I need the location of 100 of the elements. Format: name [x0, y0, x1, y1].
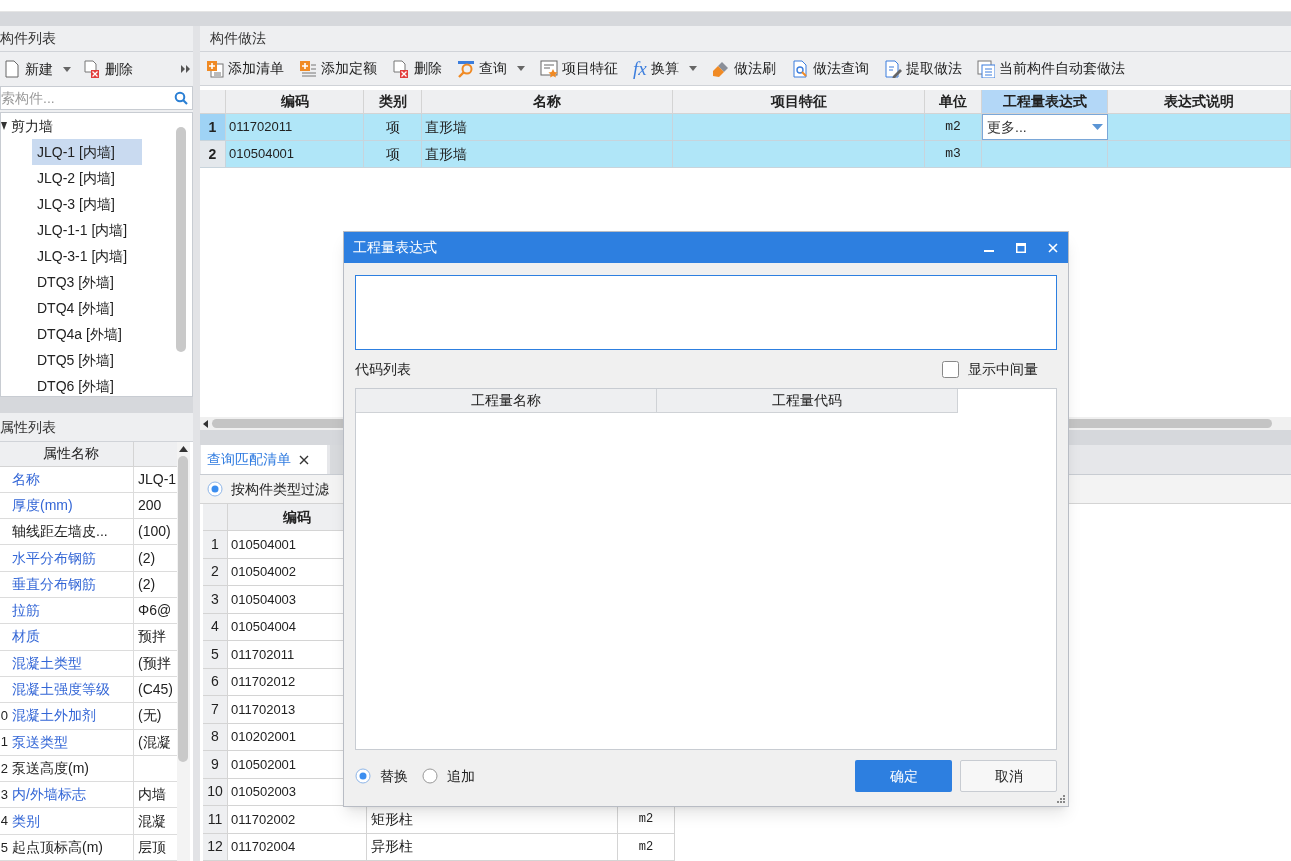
property-value: 预拌: [137, 627, 167, 647]
ok-button[interactable]: 确定: [855, 760, 952, 792]
column-header[interactable]: 类别: [364, 90, 422, 113]
document-list-icon: [976, 59, 995, 78]
feature-icon: [540, 59, 558, 78]
toolbar-button[interactable]: 提取做法: [880, 55, 965, 82]
property-value: Φ6@: [137, 601, 173, 621]
row-number: 5: [203, 641, 228, 668]
expression-field[interactable]: [355, 275, 1057, 350]
property-name: 垂直分布钢筋: [8, 571, 134, 598]
row-number: 3: [0, 786, 8, 804]
property-value: (100): [137, 522, 172, 542]
row-number: 10: [203, 778, 228, 805]
tree-item[interactable]: 剪力墙: [11, 115, 53, 137]
tree-item[interactable]: JLQ-1-1 [内墙]: [32, 217, 142, 243]
property-value: JLQ-1: [137, 469, 177, 489]
brush-icon: [711, 59, 730, 78]
toolbar-button[interactable]: 删除: [80, 56, 136, 82]
property-value: 层顶: [137, 837, 167, 857]
toolbar-button[interactable]: 当前构件自动套做法: [973, 55, 1128, 82]
tree-item[interactable]: JLQ-2 [内墙]: [32, 165, 142, 191]
toolbar-button[interactable]: fx 换算: [630, 55, 700, 82]
property-name: 水平分布钢筋: [8, 545, 134, 571]
document-search-icon: [790, 59, 809, 78]
toolbar-button[interactable]: 项目特征: [537, 55, 621, 82]
row-number: 4: [0, 812, 8, 831]
checkbox-label[interactable]: 显示中间量: [968, 358, 1038, 380]
column-header[interactable]: 工程量表达式: [982, 90, 1108, 113]
document-icon: [3, 60, 21, 78]
toolbar-button[interactable]: 添加清单: [203, 55, 287, 82]
scrollbar-thumb[interactable]: [178, 456, 188, 762]
table-cell: 010504001: [226, 141, 364, 167]
row-number: 2: [0, 759, 8, 778]
search-icon: [457, 59, 475, 78]
tree-item[interactable]: JLQ-1 [内墙]: [32, 139, 142, 165]
table-cell: 直形墙: [422, 141, 673, 167]
toolbar-button[interactable]: 新建: [0, 56, 74, 82]
tree-item[interactable]: DTQ5 [外墙]: [32, 347, 142, 373]
row-number: 1: [0, 733, 8, 752]
radio-button[interactable]: [355, 768, 371, 784]
property-name: 泵送类型: [8, 729, 134, 755]
search-field[interactable]: 索构件...: [0, 86, 193, 110]
property-value: (混凝: [137, 732, 172, 752]
row-number: 4: [203, 613, 228, 640]
checkbox[interactable]: [942, 360, 959, 378]
toolbar-button[interactable]: 查询: [454, 55, 528, 82]
tab[interactable]: 查询匹配清单: [201, 445, 327, 474]
row-number: 3: [203, 586, 228, 613]
document-delete-icon: [83, 60, 101, 78]
row-number: 5: [0, 838, 8, 857]
tree-item[interactable]: JLQ-3-1 [内墙]: [32, 243, 142, 269]
section-label: 代码列表: [355, 359, 411, 379]
tree-item[interactable]: DTQ4 [外墙]: [32, 295, 142, 321]
toolbar-button[interactable]: 做法刷: [708, 55, 779, 82]
tree-item[interactable]: JLQ-3 [内墙]: [32, 191, 142, 217]
column-header[interactable]: 工程量代码: [657, 389, 958, 413]
document-edit-icon: [883, 59, 902, 78]
property-name: 拉筋: [8, 598, 134, 624]
toolbar-button[interactable]: 做法查询: [787, 55, 872, 82]
radio-label[interactable]: 按构件类型过滤: [231, 478, 329, 500]
minimize-icon: [984, 250, 994, 252]
radio-label[interactable]: 追加: [447, 765, 475, 787]
table-cell: 直形墙: [422, 114, 673, 140]
close-icon: [1048, 242, 1058, 253]
row-number: 1: [200, 114, 226, 140]
close-icon: [299, 454, 309, 465]
table-cell: 异形柱: [367, 833, 618, 860]
table-cell: 011702011: [226, 114, 364, 140]
column-header[interactable]: 表达式说明: [1108, 90, 1291, 113]
dropdown-field[interactable]: 更多...: [982, 114, 1108, 140]
property-name: 厚度(mm): [8, 492, 134, 519]
maximize-icon: [1016, 242, 1026, 253]
column-header[interactable]: 工程量名称: [356, 389, 657, 413]
column-header[interactable]: 名称: [422, 90, 673, 113]
column-header[interactable]: 编码: [226, 90, 364, 113]
tree-item[interactable]: DTQ3 [外墙]: [32, 269, 142, 295]
radio-button[interactable]: [422, 768, 438, 784]
toolbar-button[interactable]: 添加定额: [296, 55, 380, 82]
property-name: 起点顶标高(m): [8, 834, 134, 860]
toolbar-button[interactable]: 删除: [389, 55, 445, 82]
property-value: (无): [137, 706, 163, 726]
row-number: 0: [0, 707, 8, 726]
column-header[interactable]: 项目特征: [673, 90, 925, 113]
property-value: (2): [137, 574, 157, 594]
row-number: 2: [203, 558, 228, 585]
add-quota-icon: [299, 59, 317, 78]
radio-label[interactable]: 替换: [380, 765, 408, 787]
property-value: (2): [137, 548, 157, 568]
overflow-icon: [181, 65, 191, 73]
tree-item[interactable]: DTQ4a [外墙]: [32, 321, 142, 347]
tree-item[interactable]: DTQ6 [外墙]: [32, 373, 142, 396]
collapse-icon[interactable]: [1, 122, 7, 130]
row-number: 1: [203, 531, 228, 558]
table-cell: 项: [364, 114, 422, 140]
dropdown-icon: [1092, 124, 1103, 130]
cancel-button[interactable]: 取消: [960, 760, 1057, 792]
property-value: 内墙: [137, 785, 167, 805]
table-cell: m3: [925, 141, 982, 167]
row-number: 9: [203, 751, 228, 778]
scrollbar-thumb[interactable]: [176, 127, 186, 352]
